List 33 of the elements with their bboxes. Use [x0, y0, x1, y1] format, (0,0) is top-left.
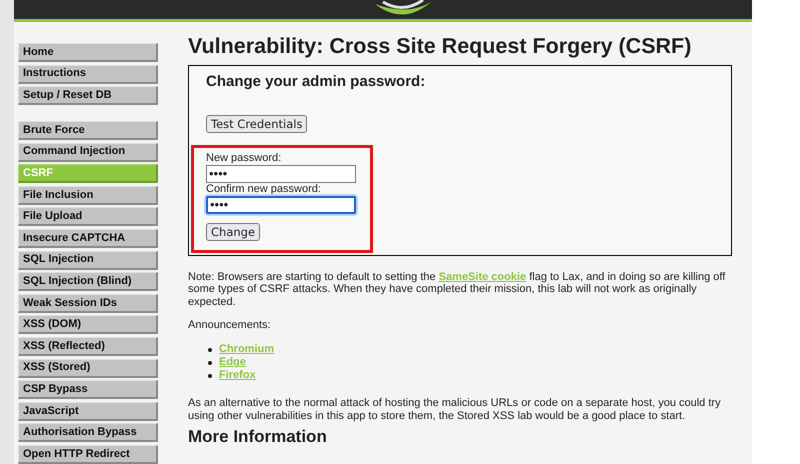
field-label: New password: [206, 152, 282, 165]
bullet-icon [208, 348, 212, 352]
bullet-icon [208, 374, 212, 378]
menu-item[interactable]: XSS (DOM) [18, 315, 158, 334]
menu-item[interactable]: JavaScript [18, 402, 158, 421]
menu-item[interactable]: XSS (Reflected) [18, 337, 158, 356]
password-field[interactable]: •••• [206, 164, 356, 183]
menu-item[interactable]: Insecure CAPTCHA [18, 229, 158, 248]
note-text: Note: Browsers are starting to default to setting the SameSite cookie flag to Lax, and in doing so are killing off some types of CSRF attacks. When they have completed their mission, this lab will not work as originally expected. [188, 270, 726, 308]
menu-item[interactable]: Brute Force [18, 121, 158, 140]
menu-item[interactable]: Home [18, 42, 158, 62]
menu-item[interactable]: SQL Injection [18, 250, 158, 270]
menu-item[interactable]: Command Injection [18, 142, 158, 162]
alternative-text: As an alternative to the normal attack of hosting the malicious URLs or code on a separate host, you could try using other vulnerabilities in this app to store them, the Stored XSS lab would be a good place to start. [188, 397, 722, 422]
menu-item[interactable]: Authorisation Bypass [18, 423, 158, 442]
page-title: Vulnerability: Cross Site Request Forgery (CSRF) [188, 32, 692, 60]
test-credentials-button[interactable]: Test Credentials [206, 114, 308, 133]
menu-item[interactable]: Weak Session IDs [18, 294, 158, 313]
menu-item[interactable]: Open HTTP Redirect [18, 445, 158, 464]
password-field[interactable]: •••• [206, 196, 356, 214]
menu-item[interactable]: File Inclusion [18, 186, 158, 205]
section-heading: More Information [188, 426, 328, 448]
field-label: Confirm new password: [206, 182, 322, 196]
menu-item[interactable]: CSP Bypass [18, 380, 158, 400]
form-heading: Change your admin password: [206, 72, 426, 92]
menu-item[interactable]: XSS (Stored) [18, 358, 158, 378]
bullet-icon [208, 360, 212, 365]
menu-item[interactable]: File Upload [18, 207, 158, 226]
change-button[interactable]: Change [206, 222, 260, 241]
menu-item[interactable]: Setup / Reset DB [18, 86, 158, 106]
announcements-label: Announcements: [188, 319, 272, 332]
menu-item[interactable]: Instructions [18, 64, 158, 84]
menu-item[interactable]: SQL Injection (Blind) [18, 272, 158, 292]
